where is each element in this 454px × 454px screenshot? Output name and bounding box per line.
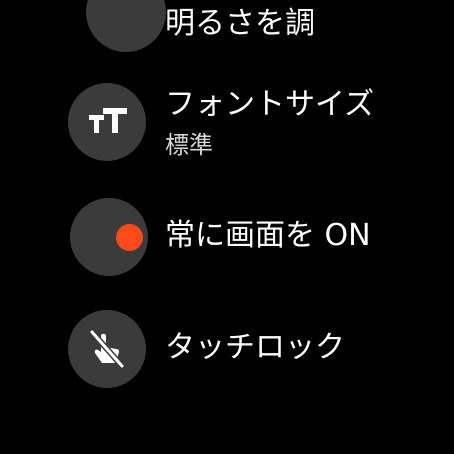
settings-item-brightness[interactable]: 明るさを調 xyxy=(0,0,454,60)
text-size-icon-glyph xyxy=(89,108,127,133)
settings-item-font-size[interactable]: フォントサイズ 標準 xyxy=(0,83,454,183)
settings-item-always-on[interactable]: 常に画面を ON xyxy=(0,196,454,296)
touch-lock-icon-glyph xyxy=(89,329,125,369)
brightness-icon xyxy=(86,0,166,52)
settings-screen: 明るさを調 フォントサイズ 標準 常に画面を ON タッチロック xyxy=(0,0,454,454)
toggle-on-indicator xyxy=(116,224,143,251)
settings-item-touch-lock[interactable]: タッチロック xyxy=(0,310,454,410)
settings-item-title: タッチロック xyxy=(165,330,345,365)
settings-item-subtitle: 標準 xyxy=(165,131,213,159)
text-size-icon xyxy=(68,83,146,161)
brightness-title-clip: 明るさを調 xyxy=(165,0,340,44)
touch-lock-icon xyxy=(68,310,146,388)
settings-item-title: 常に画面を ON xyxy=(165,218,371,253)
settings-item-title: 明るさを調 xyxy=(165,6,315,41)
settings-item-title: フォントサイズ xyxy=(165,87,375,122)
